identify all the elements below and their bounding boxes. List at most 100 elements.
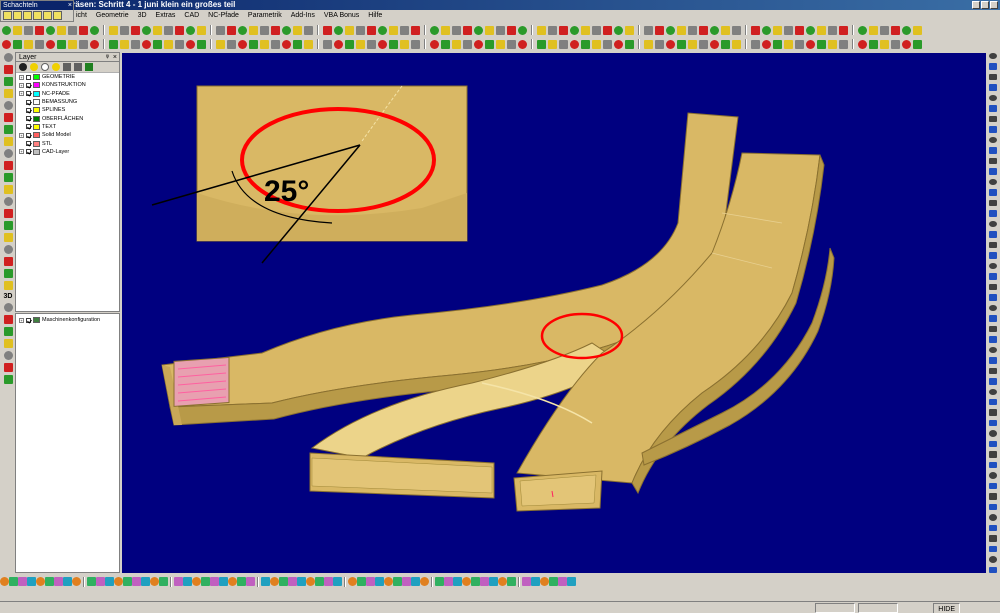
tool-icon[interactable] bbox=[839, 25, 848, 35]
menu-cad[interactable]: CAD bbox=[184, 10, 199, 22]
tool-icon[interactable] bbox=[762, 39, 771, 49]
tool-icon[interactable] bbox=[131, 25, 140, 35]
tool-icon[interactable] bbox=[581, 25, 590, 35]
tool-icon[interactable] bbox=[474, 25, 483, 35]
tool-icon[interactable] bbox=[3, 209, 13, 218]
tool-icon[interactable] bbox=[63, 577, 72, 586]
tool-icon[interactable] bbox=[45, 577, 54, 586]
tool-icon[interactable] bbox=[3, 77, 13, 86]
tool-icon[interactable] bbox=[3, 221, 13, 230]
layer-visibility-checkbox[interactable] bbox=[26, 99, 31, 105]
tool-icon[interactable] bbox=[507, 39, 516, 49]
tool-icon[interactable] bbox=[989, 53, 997, 60]
tool-icon[interactable] bbox=[989, 157, 997, 165]
expand-icon[interactable]: + bbox=[19, 91, 24, 97]
tool-icon[interactable] bbox=[411, 577, 420, 586]
machine-config-checkbox[interactable] bbox=[26, 317, 31, 323]
layer-color-swatch[interactable] bbox=[33, 74, 40, 81]
tool-icon[interactable] bbox=[3, 363, 13, 372]
tool-icon[interactable] bbox=[581, 39, 590, 49]
layer-visibility-checkbox[interactable] bbox=[26, 91, 31, 97]
tool-icon[interactable] bbox=[989, 126, 997, 133]
tool-icon[interactable] bbox=[548, 25, 557, 35]
tool-icon[interactable] bbox=[625, 39, 634, 49]
tool-icon[interactable] bbox=[249, 39, 258, 49]
tool-icon[interactable] bbox=[891, 25, 900, 35]
tool-icon[interactable] bbox=[306, 577, 315, 586]
tool-icon[interactable] bbox=[989, 346, 997, 354]
tool-icon[interactable] bbox=[989, 63, 997, 70]
tool-icon[interactable] bbox=[989, 388, 997, 395]
tool-icon[interactable] bbox=[666, 25, 675, 35]
tool-icon[interactable] bbox=[989, 440, 997, 448]
tool-icon[interactable] bbox=[485, 25, 494, 35]
tool-icon[interactable] bbox=[699, 39, 708, 49]
tool-icon[interactable] bbox=[87, 577, 96, 586]
tool-icon[interactable] bbox=[773, 25, 782, 35]
tool-icon[interactable] bbox=[323, 25, 332, 35]
tool-icon[interactable] bbox=[227, 25, 236, 35]
binoculars-icon[interactable] bbox=[19, 63, 27, 71]
layer-row[interactable]: + Solid Model bbox=[16, 131, 119, 139]
tool-icon[interactable] bbox=[389, 39, 398, 49]
expand-icon[interactable]: + bbox=[19, 317, 24, 323]
tool-icon[interactable] bbox=[795, 39, 804, 49]
tool-icon[interactable] bbox=[164, 25, 173, 35]
tool-icon[interactable] bbox=[411, 39, 420, 49]
tool-icon[interactable] bbox=[721, 39, 730, 49]
tool-icon[interactable] bbox=[3, 137, 13, 146]
tool-icon[interactable] bbox=[869, 25, 878, 35]
tool-icon[interactable] bbox=[507, 25, 516, 35]
tool-icon[interactable] bbox=[537, 39, 546, 49]
tool-icon[interactable] bbox=[3, 245, 13, 254]
tool-icon[interactable] bbox=[858, 39, 867, 49]
tool-icon[interactable] bbox=[216, 39, 225, 49]
tool-icon[interactable] bbox=[3, 173, 13, 182]
tool-icon[interactable] bbox=[3, 101, 13, 110]
layer-color-swatch[interactable] bbox=[33, 107, 40, 114]
tool-icon[interactable] bbox=[378, 25, 387, 35]
tool-icon[interactable] bbox=[463, 39, 472, 49]
tool-icon[interactable] bbox=[142, 25, 151, 35]
tool-icon[interactable] bbox=[348, 577, 357, 586]
tool-icon[interactable] bbox=[989, 147, 997, 154]
3d-viewport[interactable]: 25° bbox=[122, 53, 986, 573]
tool-icon[interactable] bbox=[655, 25, 664, 35]
layer-row[interactable]: OBERFLÄCHEN bbox=[16, 114, 119, 122]
tool-icon[interactable] bbox=[35, 39, 44, 49]
tool-icon[interactable] bbox=[570, 39, 579, 49]
layer-row[interactable]: SPLINES bbox=[16, 106, 119, 114]
tool-icon[interactable] bbox=[828, 25, 837, 35]
tool-icon[interactable] bbox=[2, 25, 11, 35]
tool-icon[interactable] bbox=[603, 25, 612, 35]
tool-icon[interactable] bbox=[989, 409, 997, 416]
layer-visibility-checkbox[interactable] bbox=[26, 132, 31, 138]
nest-tool-icon[interactable] bbox=[3, 11, 12, 20]
nest-grid-icon[interactable] bbox=[13, 11, 22, 20]
tool-icon[interactable] bbox=[279, 577, 288, 586]
tool-icon[interactable] bbox=[13, 39, 22, 49]
tool-icon[interactable] bbox=[192, 577, 201, 586]
tool-icon[interactable] bbox=[36, 577, 45, 586]
tool-icon[interactable] bbox=[197, 25, 206, 35]
tool-icon[interactable] bbox=[567, 577, 576, 586]
tool-icon[interactable] bbox=[393, 577, 402, 586]
tool-icon[interactable] bbox=[485, 39, 494, 49]
tool-icon[interactable] bbox=[480, 577, 489, 586]
tool-icon[interactable] bbox=[989, 325, 997, 333]
tool-icon[interactable] bbox=[614, 25, 623, 35]
tool-icon[interactable] bbox=[367, 25, 376, 35]
tool-icon[interactable] bbox=[79, 39, 88, 49]
tool-icon[interactable] bbox=[989, 262, 997, 270]
tool-icon[interactable] bbox=[323, 39, 332, 49]
tool-icon[interactable] bbox=[153, 25, 162, 35]
tool-icon[interactable] bbox=[817, 39, 826, 49]
tool-icon[interactable] bbox=[2, 39, 11, 49]
tool-icon[interactable] bbox=[688, 25, 697, 35]
tool-icon[interactable] bbox=[357, 577, 366, 586]
tool-icon[interactable] bbox=[688, 39, 697, 49]
tool-icon[interactable] bbox=[164, 39, 173, 49]
tool-icon[interactable] bbox=[806, 39, 815, 49]
tool-icon[interactable] bbox=[282, 25, 291, 35]
tool-icon[interactable] bbox=[288, 577, 297, 586]
